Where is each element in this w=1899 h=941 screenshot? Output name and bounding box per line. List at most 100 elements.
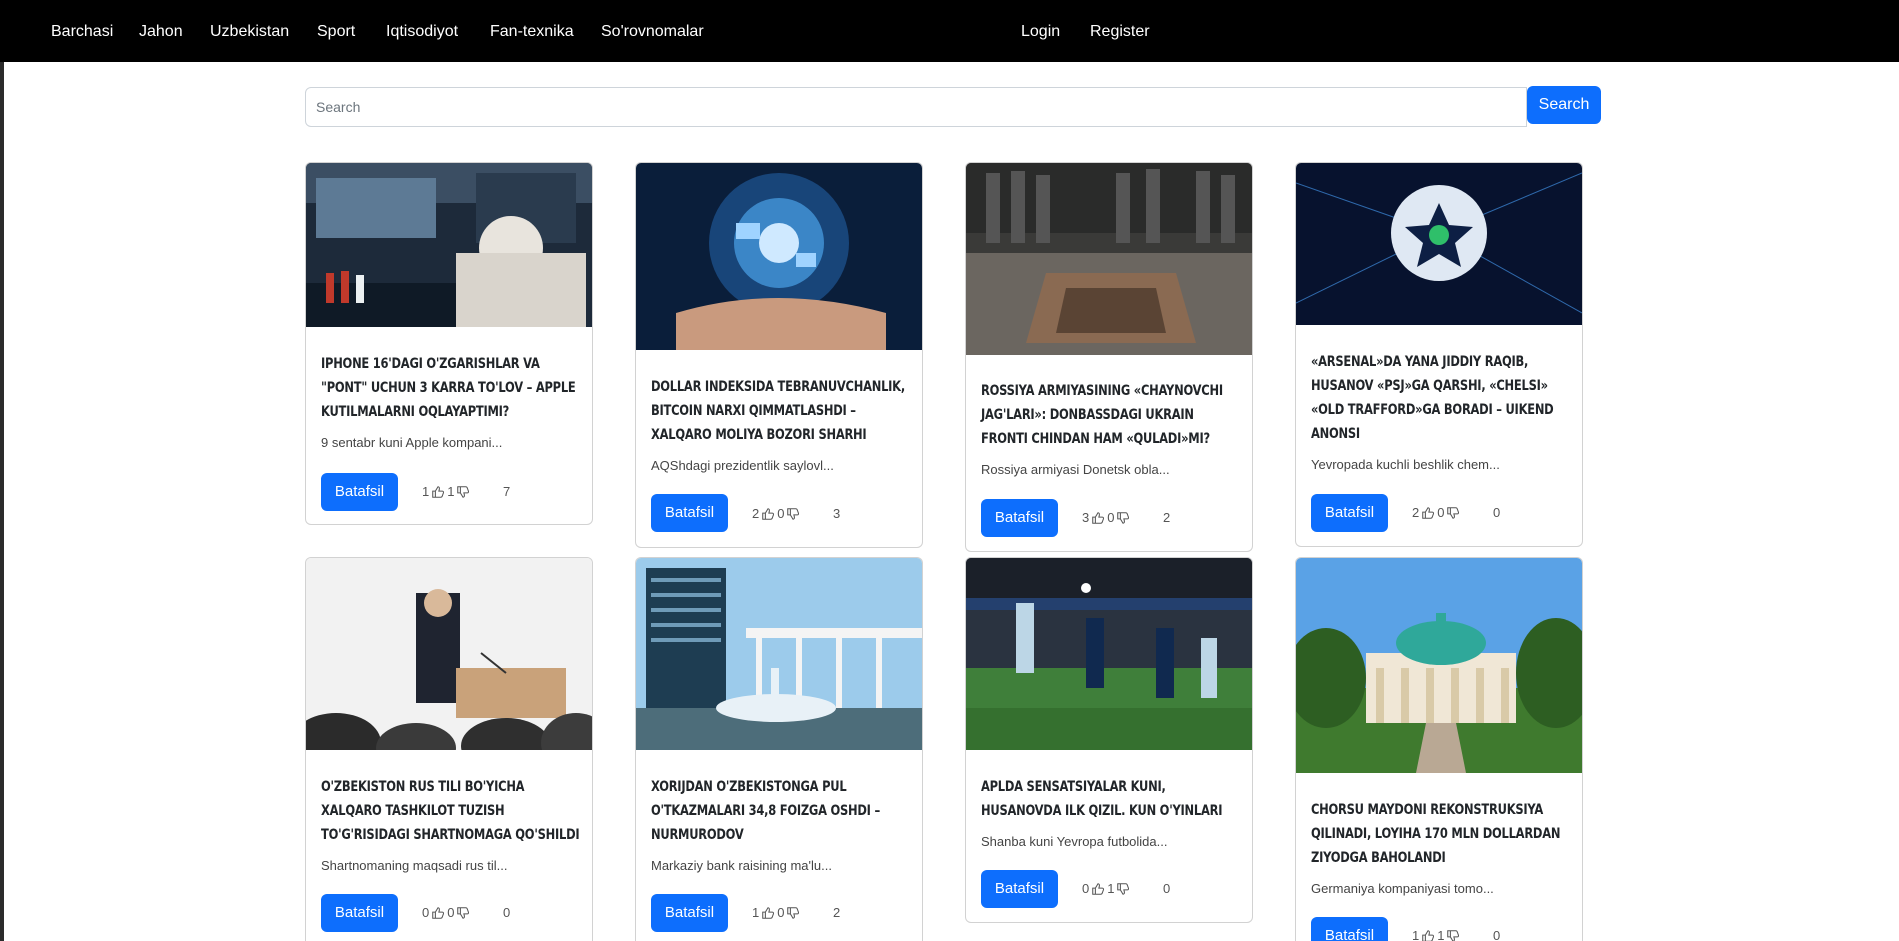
news-summary: 9 sentabr kuni Apple kompani...	[321, 435, 503, 450]
news-image[interactable]	[1296, 558, 1582, 773]
like-count: 0	[422, 905, 430, 920]
news-title[interactable]: Xorijdan O'zbekistonga pul o'tkazmalari …	[651, 775, 913, 847]
thumb-down-icon[interactable]	[456, 485, 470, 499]
details-button[interactable]: Batafsil	[321, 894, 398, 932]
news-image[interactable]	[306, 558, 592, 750]
news-title[interactable]: Dollar indeksida tebranuvchanlik, bitcoi…	[651, 375, 913, 447]
reactions: 1 1	[1412, 928, 1460, 941]
nav-link-sport[interactable]: Sport	[317, 22, 355, 42]
register-link[interactable]: Register	[1090, 22, 1150, 42]
window-edge	[0, 0, 4, 941]
news-title[interactable]: iPhone 16'dagi o'zgarishlar va "Pont" uc…	[321, 352, 583, 424]
reactions: 0 1	[1082, 881, 1130, 897]
thumb-up-icon[interactable]	[761, 906, 775, 920]
thumb-up-icon[interactable]	[1091, 511, 1105, 525]
thumb-up-icon[interactable]	[431, 485, 445, 499]
reactions: 1 1	[422, 484, 470, 500]
like-count: 1	[752, 905, 760, 920]
thumb-down-icon[interactable]	[1116, 511, 1130, 525]
views: 0	[1160, 881, 1170, 897]
details-button[interactable]: Batafsil	[981, 870, 1058, 908]
nav-link-uzbekistan[interactable]: Uzbekistan	[210, 22, 289, 42]
news-summary: Shanba kuni Yevropa futbolida...	[981, 834, 1168, 849]
reactions: 1 0	[752, 905, 800, 921]
views: 0	[1490, 928, 1500, 941]
nav-link-fan-texnika[interactable]: Fan-texnika	[490, 22, 574, 42]
thumb-down-icon[interactable]	[1446, 929, 1460, 941]
news-image[interactable]	[636, 163, 922, 350]
news-summary: Germaniya kompaniyasi tomo...	[1311, 881, 1494, 896]
details-button[interactable]: Batafsil	[651, 894, 728, 932]
thumb-down-icon[interactable]	[786, 507, 800, 521]
reactions: 2 0	[752, 506, 800, 522]
details-button[interactable]: Batafsil	[1311, 917, 1388, 941]
view-count: 2	[833, 905, 841, 920]
news-title[interactable]: Rossiya armiyasining «chaynovchi jag'lar…	[981, 379, 1243, 451]
news-title[interactable]: O'zbekiston rus tili bo'yicha xalqaro ta…	[321, 775, 583, 847]
details-button[interactable]: Batafsil	[981, 499, 1058, 537]
search-button[interactable]: Search	[1527, 86, 1601, 124]
nav-link-iqtisodiyot[interactable]: Iqtisodiyot	[386, 22, 458, 42]
news-card: Chorsu maydoni rekonstruksiya qilinadi, …	[1295, 557, 1583, 941]
news-image[interactable]	[306, 163, 592, 327]
thumb-up-icon[interactable]	[431, 906, 445, 920]
view-count: 2	[1163, 510, 1171, 525]
thumb-up-icon[interactable]	[1091, 882, 1105, 896]
news-summary: Rossiya armiyasi Donetsk obla...	[981, 462, 1170, 477]
top-navbar: Barchasi Jahon Uzbekistan Sport Iqtisodi…	[0, 0, 1899, 62]
view-count: 7	[503, 484, 511, 499]
reactions: 3 0	[1082, 510, 1130, 526]
login-link[interactable]: Login	[1021, 22, 1060, 42]
nav-link-sorovnomalar[interactable]: So'rovnomalar	[601, 22, 704, 42]
thumb-up-icon[interactable]	[1421, 506, 1435, 520]
thumb-down-icon[interactable]	[1446, 506, 1460, 520]
view-count: 0	[1493, 505, 1501, 520]
views: 2	[1160, 510, 1170, 526]
view-count: 0	[503, 905, 511, 920]
thumb-up-icon[interactable]	[761, 507, 775, 521]
news-title[interactable]: APLda sensatsiyalar kuni, Husanovda ilk …	[981, 775, 1243, 823]
thumb-up-icon[interactable]	[1421, 929, 1435, 941]
view-count: 0	[1493, 928, 1501, 941]
search-input[interactable]	[305, 87, 1527, 127]
views: 3	[830, 506, 840, 522]
thumb-down-icon[interactable]	[456, 906, 470, 920]
view-count: 3	[833, 506, 841, 521]
news-card: APLda sensatsiyalar kuni, Husanovda ilk …	[965, 557, 1253, 923]
news-card: iPhone 16'dagi o'zgarishlar va "Pont" uc…	[305, 162, 593, 525]
thumb-down-icon[interactable]	[786, 906, 800, 920]
news-image[interactable]	[636, 558, 922, 750]
news-title[interactable]: Chorsu maydoni rekonstruksiya qilinadi, …	[1311, 798, 1573, 870]
details-button[interactable]: Batafsil	[321, 473, 398, 511]
news-card: Rossiya armiyasining «chaynovchi jag'lar…	[965, 162, 1253, 552]
views: 0	[500, 905, 510, 921]
news-card: O'zbekiston rus tili bo'yicha xalqaro ta…	[305, 557, 593, 941]
view-count: 0	[1163, 881, 1171, 896]
reactions: 0 0	[422, 905, 470, 921]
views: 7	[500, 484, 510, 500]
nav-link-jahon[interactable]: Jahon	[139, 22, 183, 42]
like-count: 3	[1082, 510, 1090, 525]
reactions: 2 0	[1412, 505, 1460, 521]
views: 0	[1490, 505, 1500, 521]
details-button[interactable]: Batafsil	[651, 494, 728, 532]
dislike-count: 0	[777, 506, 785, 521]
news-image[interactable]	[966, 163, 1252, 355]
like-count: 1	[1412, 928, 1420, 941]
news-summary: Shartnomaning maqsadi rus til...	[321, 858, 508, 873]
news-image[interactable]	[966, 558, 1252, 750]
like-count: 1	[422, 484, 430, 499]
views: 2	[830, 905, 840, 921]
news-card: «Arsenal»da yana jiddiy raqib, Husanov «…	[1295, 162, 1583, 547]
dislike-count: 0	[447, 905, 455, 920]
nav-link-barchasi[interactable]: Barchasi	[51, 22, 113, 42]
news-image[interactable]	[1296, 163, 1582, 325]
like-count: 2	[1412, 505, 1420, 520]
news-card: Xorijdan O'zbekistonga pul o'tkazmalari …	[635, 557, 923, 941]
dislike-count: 0	[1437, 505, 1445, 520]
news-title[interactable]: «Arsenal»da yana jiddiy raqib, Husanov «…	[1311, 350, 1573, 446]
thumb-down-icon[interactable]	[1116, 882, 1130, 896]
dislike-count: 0	[1107, 510, 1115, 525]
dislike-count: 1	[1107, 881, 1115, 896]
details-button[interactable]: Batafsil	[1311, 494, 1388, 532]
